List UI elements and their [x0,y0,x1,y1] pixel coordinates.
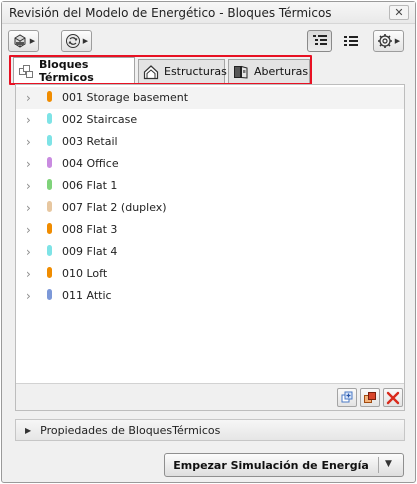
chevron-right-icon[interactable]: › [26,113,31,127]
expand-arrow-icon: ▶ [25,425,32,435]
list-item-label: 010 Loft [62,267,108,280]
add-block-button[interactable] [337,388,357,407]
list-item-label: 009 Flat 4 [62,245,118,258]
start-simulation-label: Empezar Simulación de Energía [173,459,369,472]
delete-icon [386,391,400,404]
block-color-swatch [47,289,52,300]
list-item[interactable]: › 010 Loft [16,263,404,285]
dropdown-arrow-icon: ▶ [82,37,89,45]
chevron-down-icon[interactable]: ▼ [385,459,392,469]
list-item-label: 006 Flat 1 [62,179,118,192]
list-item-label: 002 Staircase [62,113,138,126]
list-item[interactable]: › 006 Flat 1 [16,175,404,197]
tabs-highlight-box [9,55,312,85]
list-item[interactable]: › 007 Flat 2 (duplex) [16,197,404,219]
button-divider [378,457,379,473]
duplicate-block-icon [364,391,376,403]
block-color-swatch [47,245,52,256]
title-bar[interactable]: Revisión del Modelo de Energético - Bloq… [2,2,415,24]
list-item-label: 007 Flat 2 (duplex) [62,201,167,214]
list-item[interactable]: › 009 Flat 4 [16,241,404,263]
block-color-swatch [47,113,52,124]
block-color-swatch [47,91,52,102]
add-block-icon [341,391,353,402]
thermal-blocks-list: › 001 Storage basement › 002 Staircase › 003 … [15,84,405,411]
list-item[interactable]: › 003 Retail [16,131,404,153]
block-color-swatch [47,223,52,234]
settings-gear-icon [377,34,392,48]
chevron-right-icon[interactable]: › [26,289,31,303]
list-item-label: 003 Retail [62,135,118,148]
start-energy-simulation-button[interactable]: Empezar Simulación de Energía ▼ [164,453,404,477]
toolbar: ▶ ▶ ▶ [2,27,415,55]
list-detail-view-button[interactable] [307,30,332,52]
block-color-swatch [47,157,52,168]
list-item[interactable]: › 008 Flat 3 [16,219,404,241]
list-item-label: 004 Office [62,157,119,170]
close-icon: ✕ [394,6,404,19]
properties-panel-header[interactable]: ▶ Propiedades de BloquesTérmicos [15,419,405,441]
block-color-swatch [47,201,52,212]
dropdown-arrow-icon: ▶ [29,37,36,45]
block-color-swatch [47,135,52,146]
chevron-right-icon[interactable]: › [26,157,31,171]
refresh-button[interactable]: ▶ [61,30,92,52]
block-color-swatch [47,179,52,190]
model-view-icon [14,34,26,48]
list-item-label: 011 Attic [62,289,112,302]
list-item-label: 008 Flat 3 [62,223,118,236]
chevron-right-icon[interactable]: › [26,135,31,149]
list-item[interactable]: › 002 Staircase [16,109,404,131]
duplicate-block-button[interactable] [360,388,380,407]
list-item[interactable]: › 004 Office [16,153,404,175]
properties-label: Propiedades de BloquesTérmicos [40,423,221,437]
block-color-swatch [47,267,52,278]
list-item[interactable]: › 011 Attic [16,285,404,307]
list-view-icon [343,36,358,46]
chevron-right-icon[interactable]: › [26,91,31,105]
chevron-right-icon[interactable]: › [26,223,31,237]
chevron-right-icon[interactable]: › [26,267,31,281]
close-button[interactable]: ✕ [389,5,409,20]
list-footer [16,383,404,410]
list-item[interactable]: › 001 Storage basement [16,87,404,109]
delete-button[interactable] [383,388,403,407]
refresh-icon [65,34,80,48]
chevron-right-icon[interactable]: › [26,201,31,215]
energy-model-review-window: Revisión del Modelo de Energético - Bloq… [1,1,416,483]
list-detail-view-icon [312,35,327,45]
list-view-button[interactable] [338,30,363,52]
chevron-right-icon[interactable]: › [26,245,31,259]
settings-button[interactable]: ▶ [373,30,404,52]
dropdown-arrow-icon: ▶ [394,37,401,45]
chevron-right-icon[interactable]: › [26,179,31,193]
list-item-label: 001 Storage basement [62,91,189,104]
model-view-button[interactable]: ▶ [8,30,39,52]
window-title: Revisión del Modelo de Energético - Bloq… [9,6,332,20]
